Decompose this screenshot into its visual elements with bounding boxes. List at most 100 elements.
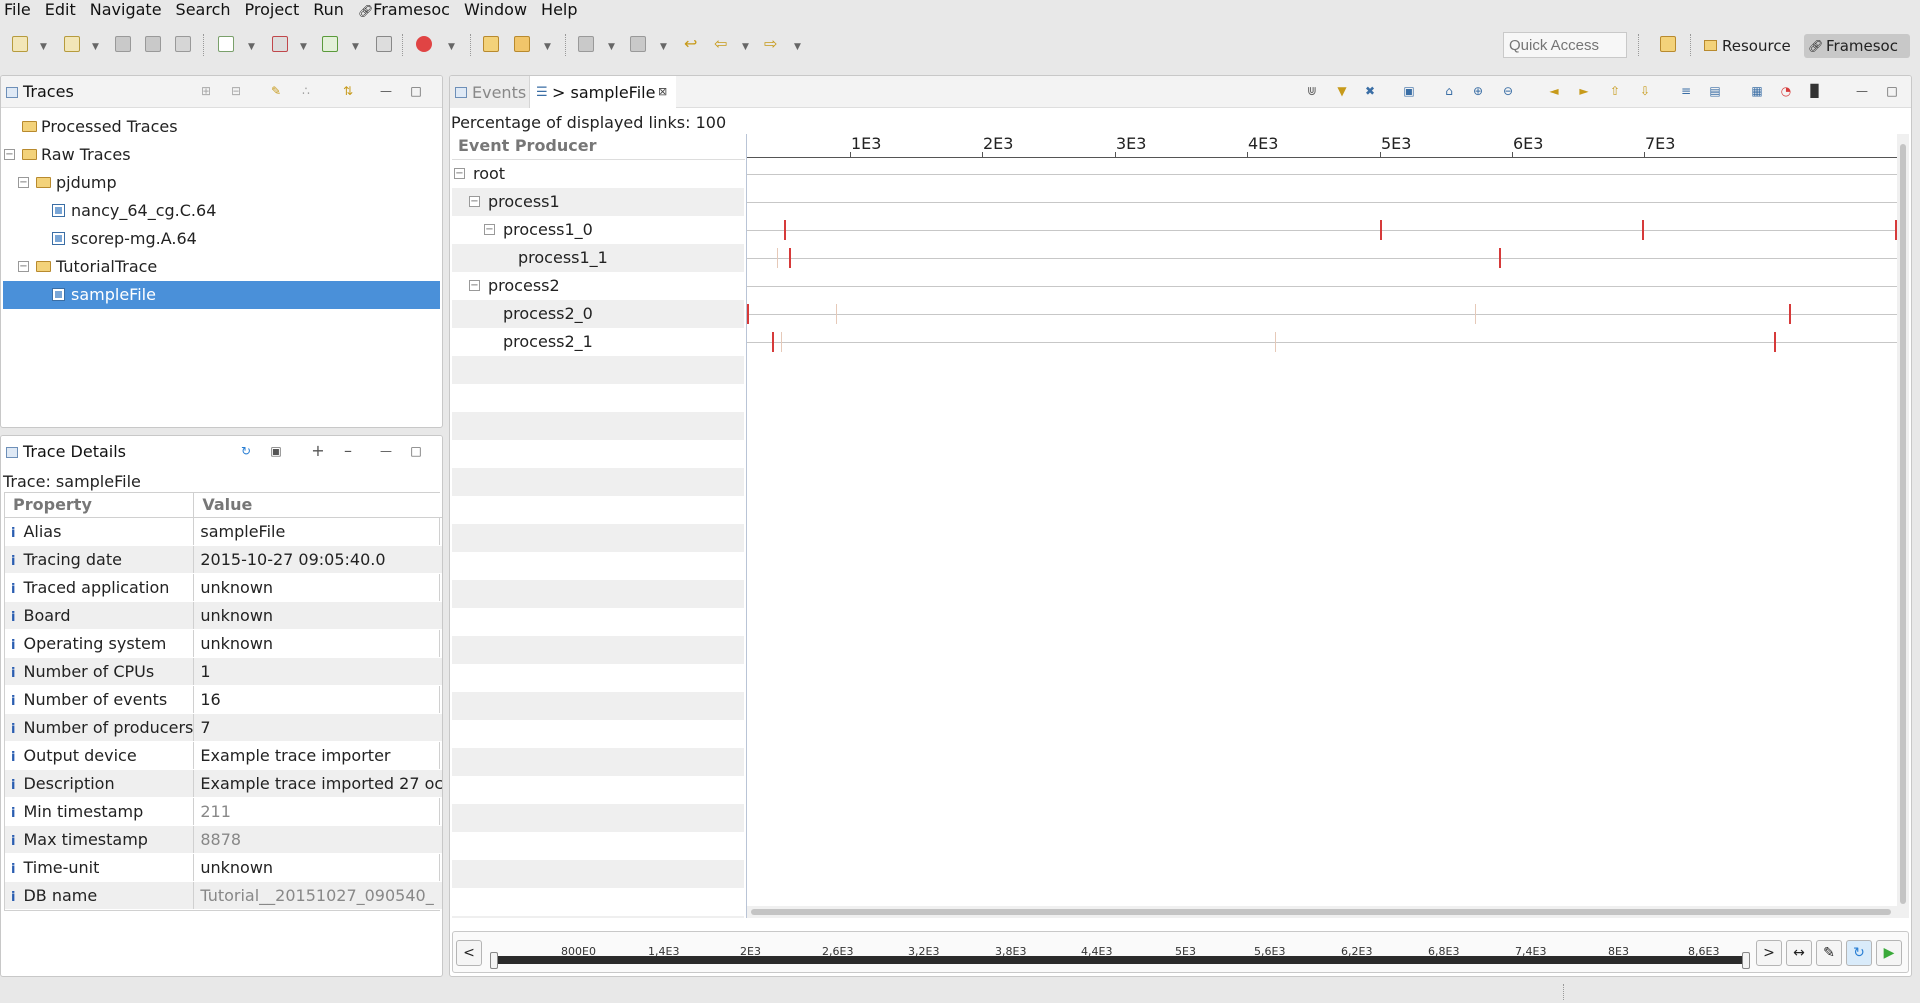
minimize-icon[interactable]: — xyxy=(379,84,393,98)
range-slider-end-handle[interactable] xyxy=(1742,952,1750,969)
tool-icon[interactable] xyxy=(272,36,288,52)
menu-run[interactable]: Run xyxy=(306,0,351,20)
collapse-toggle-icon[interactable]: − xyxy=(4,149,15,160)
producer-row-process2-1[interactable]: process2_1 xyxy=(452,328,744,356)
move-up-icon[interactable]: ⇧ xyxy=(1608,84,1622,98)
import-dropdown-icon[interactable]: ▼ xyxy=(352,42,359,52)
new-window-icon[interactable] xyxy=(12,36,28,52)
detail-value[interactable]: 8878 xyxy=(193,825,442,854)
filter-producers-icon[interactable]: ✖ xyxy=(1363,84,1377,98)
print-icon[interactable] xyxy=(175,36,191,52)
event-mark[interactable] xyxy=(1475,304,1476,324)
new-file-dropdown-icon[interactable]: ▼ xyxy=(248,42,255,52)
detail-row[interactable]: i Output device Example trace importer xyxy=(5,741,442,770)
pie-chart-icon[interactable]: ◔ xyxy=(1779,84,1793,98)
trace-details-title[interactable]: Trace Details xyxy=(23,442,126,461)
new-project-icon[interactable] xyxy=(64,36,80,52)
detail-row[interactable]: i DB name Tutorial__20151027_090540_ xyxy=(5,881,442,910)
col-property[interactable]: Property xyxy=(5,493,195,518)
new-file-icon[interactable] xyxy=(218,36,234,52)
detail-row[interactable]: i Tracing date 2015-10-27 09:05:40.0 xyxy=(5,545,442,574)
import-icon[interactable] xyxy=(322,36,338,52)
save-all-icon[interactable] xyxy=(145,36,161,52)
forward-icon[interactable]: ⇨ xyxy=(764,34,777,53)
run-dropdown-icon[interactable]: ▼ xyxy=(448,42,455,52)
event-mark[interactable] xyxy=(1275,332,1276,352)
event-mark[interactable] xyxy=(1499,248,1501,268)
producer-row-root[interactable]: − root xyxy=(452,160,744,188)
detail-value[interactable]: 211 xyxy=(193,797,442,826)
detail-row[interactable]: i Number of events 16 xyxy=(5,685,442,714)
event-mark[interactable] xyxy=(1774,332,1776,352)
bar-chart-icon[interactable]: ▉ xyxy=(1808,84,1822,98)
run-icon[interactable] xyxy=(416,36,432,52)
tree-item-pjdump[interactable]: − pjdump xyxy=(1,169,441,197)
range-next-button[interactable]: > xyxy=(1756,940,1782,966)
menu-project[interactable]: Project xyxy=(238,0,307,20)
forward-dropdown-icon[interactable]: ▼ xyxy=(794,42,801,52)
detail-value[interactable]: 1 xyxy=(193,657,442,686)
event-mark[interactable] xyxy=(1789,304,1791,324)
minimize-icon[interactable]: — xyxy=(379,444,393,458)
zoom-in-icon[interactable]: ⊕ xyxy=(1471,84,1485,98)
tree-item-raw-traces[interactable]: − Raw Traces xyxy=(1,141,441,169)
next-event-icon[interactable]: ► xyxy=(1577,84,1591,98)
fit-range-button[interactable]: ↔ xyxy=(1786,940,1812,966)
open-folder-icon[interactable] xyxy=(483,36,499,52)
zoom-out-icon[interactable]: ⊖ xyxy=(1501,84,1515,98)
save-icon[interactable] xyxy=(115,36,131,52)
last-edit-icon[interactable]: ↩ xyxy=(684,34,697,53)
prev-annotation-icon[interactable] xyxy=(630,36,646,52)
detail-value[interactable]: unknown xyxy=(193,573,442,602)
range-slider-track[interactable] xyxy=(494,956,1750,964)
event-producer-header[interactable]: Event Producer xyxy=(458,136,597,155)
detail-row[interactable]: i Number of producers 7 xyxy=(5,713,442,742)
link-icon[interactable]: ✎ xyxy=(269,84,283,98)
event-mark[interactable] xyxy=(789,248,791,268)
draw-button[interactable]: ✎ xyxy=(1816,940,1842,966)
col-value[interactable]: Value xyxy=(193,493,442,518)
tab-samplefile[interactable]: ☰ > sampleFile ⊠ xyxy=(530,76,676,108)
back-icon[interactable]: ⇦ xyxy=(714,34,727,53)
perspective-framesoc[interactable]: 🔗︎ Framesoc xyxy=(1804,34,1910,58)
sync-icon[interactable]: ⇅ xyxy=(341,84,355,98)
add-icon[interactable]: + xyxy=(311,443,325,459)
tree-item-samplefile[interactable]: sampleFile xyxy=(3,281,440,309)
detail-value[interactable]: Example trace importer xyxy=(193,741,442,770)
detail-value[interactable]: unknown xyxy=(193,601,442,630)
tree-item-scorep-trace[interactable]: scorep-mg.A.64 xyxy=(1,225,441,253)
minimize-icon[interactable]: — xyxy=(1855,84,1869,98)
menu-navigate[interactable]: Navigate xyxy=(83,0,169,20)
producer-row-process1-0[interactable]: − process1_0 xyxy=(452,216,744,244)
range-prev-button[interactable]: < xyxy=(456,940,482,966)
event-mark[interactable] xyxy=(747,304,749,324)
detail-row[interactable]: i Traced application unknown xyxy=(5,573,442,602)
detail-row[interactable]: i Board unknown xyxy=(5,601,442,630)
menu-help[interactable]: Help xyxy=(534,0,584,20)
maximize-icon[interactable]: □ xyxy=(409,84,423,98)
close-tab-icon[interactable]: ⊠ xyxy=(658,85,667,98)
detail-value[interactable]: Tutorial__20151027_090540_ xyxy=(193,881,442,910)
horizontal-scrollbar[interactable] xyxy=(747,906,1897,918)
expand-all-icon[interactable]: ⊞ xyxy=(199,84,213,98)
home-icon[interactable]: ⌂ xyxy=(1442,84,1456,98)
tool-dropdown-icon[interactable]: ▼ xyxy=(300,42,307,52)
horizontal-scrollbar-thumb[interactable] xyxy=(751,909,1891,915)
gantt-timeline[interactable]: 1E3 2E3 3E3 4E3 5E3 6E3 7E3 xyxy=(746,134,1910,918)
collapse-toggle-icon[interactable]: − xyxy=(484,224,495,235)
detail-value[interactable]: unknown xyxy=(193,629,442,658)
detail-row[interactable]: i Description Example trace imported 27 oc xyxy=(5,769,442,798)
database-icon[interactable] xyxy=(376,36,392,52)
producer-row-process2-0[interactable]: process2_0 xyxy=(452,300,744,328)
load-button[interactable]: ▶ xyxy=(1876,940,1902,966)
detail-row[interactable]: i Number of CPUs 1 xyxy=(5,657,442,686)
pen-dropdown-icon[interactable]: ▼ xyxy=(544,42,551,52)
synchronize-range-button[interactable]: ↻ xyxy=(1846,940,1872,966)
detail-value[interactable]: sampleFile xyxy=(193,517,442,546)
menu-search[interactable]: Search xyxy=(169,0,238,20)
next-annotation-dropdown-icon[interactable]: ▼ xyxy=(608,42,615,52)
prev-event-icon[interactable]: ◄ xyxy=(1547,84,1561,98)
prev-annotation-dropdown-icon[interactable]: ▼ xyxy=(660,42,667,52)
maximize-icon[interactable]: □ xyxy=(1885,84,1899,98)
detail-row[interactable]: i Alias sampleFile xyxy=(5,517,442,546)
